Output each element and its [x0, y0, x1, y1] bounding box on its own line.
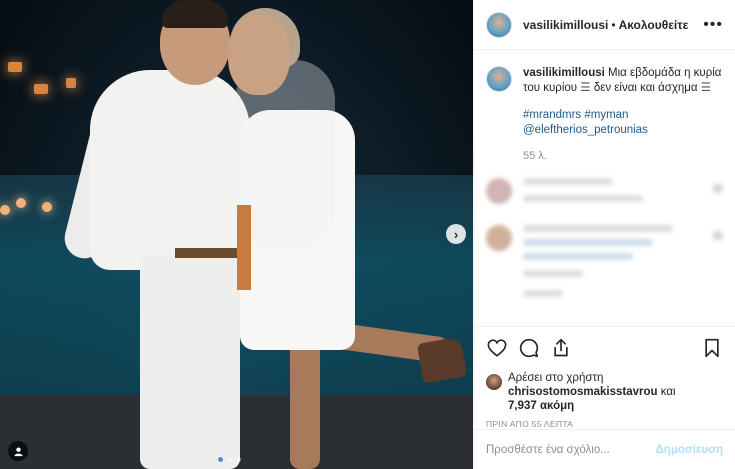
share-button[interactable] [550, 337, 572, 359]
heart-icon [713, 231, 723, 240]
liked-by: Αρέσει στο χρήστη chrisostomosmakisstavr… [486, 371, 723, 413]
caption-body-2: δεν είναι και άσχημα [593, 82, 698, 94]
comment-button[interactable] [518, 337, 540, 359]
man-hair [162, 0, 228, 28]
carousel-dot-active [218, 457, 223, 462]
more-options-icon[interactable]: ••• [703, 16, 723, 34]
carousel-dot [236, 457, 241, 462]
emoji-icon: ☰ [580, 82, 591, 94]
comment-blurred [486, 290, 723, 316]
hashtag-links[interactable]: #mrandmrs #myman [523, 108, 723, 123]
post-actions: Αρέσει στο χρήστη chrisostomosmakisstavr… [474, 326, 735, 429]
separator-dot: • [611, 17, 616, 32]
comment-blurred [486, 178, 723, 209]
avatar[interactable] [486, 66, 512, 92]
candle-light [42, 202, 52, 212]
like-button[interactable] [486, 337, 508, 359]
bookmark-icon [705, 338, 719, 358]
man-shirt [90, 70, 250, 270]
post-photo[interactable]: › [0, 0, 473, 469]
post-comment-button[interactable]: Δημοσίευση [656, 444, 723, 456]
username-link[interactable]: vasilikimillousi [523, 18, 608, 32]
liked-by-prefix: Αρέσει στο χρήστη [508, 372, 604, 384]
tagged-users-button[interactable] [8, 441, 28, 461]
heart-icon [713, 184, 723, 193]
post-sidebar: vasilikimillousi • Ακολουθείτε ••• vasil… [473, 0, 735, 469]
caption-age: 55 λ. [523, 150, 547, 162]
comments-section[interactable]: vasilikimillousi Μια εβδομάδα η κυρία το… [474, 50, 735, 326]
man-belt [175, 248, 245, 258]
woman-shoe [416, 336, 468, 384]
hashtags: #mrandmrs #myman @eleftherios_petrounias [523, 108, 723, 138]
woman-leg [290, 340, 320, 469]
liked-by-text: Αρέσει στο χρήστη chrisostomosmakisstavr… [508, 371, 676, 413]
avatar [486, 225, 512, 251]
chevron-right-icon: › [453, 226, 459, 242]
add-comment-bar: Δημοσίευση [474, 429, 735, 469]
caption-username[interactable]: vasilikimillousi [523, 67, 605, 79]
user-icon [13, 446, 23, 456]
avatar [486, 178, 512, 204]
comment-input[interactable] [486, 443, 656, 456]
post-caption: vasilikimillousi Μια εβδομάδα η κυρία το… [486, 66, 723, 162]
man-trousers [140, 255, 240, 469]
avatar[interactable] [486, 11, 512, 38]
next-slide-button[interactable]: › [446, 224, 466, 244]
comment-blurred [486, 225, 723, 284]
woman-head [228, 15, 290, 95]
caption-text: vasilikimillousi Μια εβδομάδα η κυρία το… [523, 66, 723, 96]
candle-light [0, 205, 10, 215]
heart-icon [487, 339, 507, 357]
carousel-indicator [218, 457, 241, 462]
mention-link[interactable]: @eleftherios_petrounias [523, 123, 723, 138]
lamp-light [8, 62, 22, 72]
lamp-light [34, 84, 48, 94]
lamp-light [66, 78, 76, 88]
candle-light [16, 198, 26, 208]
following-button[interactable]: Ακολουθείτε [619, 18, 689, 32]
carousel-dot [227, 457, 232, 462]
likes-count[interactable]: 7,937 ακόμη [508, 400, 574, 412]
liker-username[interactable]: chrisostomosmakisstavrou [508, 386, 658, 398]
action-icons [486, 335, 723, 361]
share-icon [554, 338, 568, 357]
post-header: vasilikimillousi • Ακολουθείτε ••• [474, 0, 735, 50]
emoji-icon: ☰ [700, 82, 712, 94]
liked-by-and: και [660, 386, 676, 398]
avatar[interactable] [486, 374, 502, 390]
comment-icon [519, 338, 539, 358]
post-timestamp[interactable]: ΠΡΙΝ ΑΠΟ 55 ΛΕΠΤΑ [486, 419, 723, 429]
save-button[interactable] [701, 337, 723, 359]
woman-sash [237, 205, 251, 290]
